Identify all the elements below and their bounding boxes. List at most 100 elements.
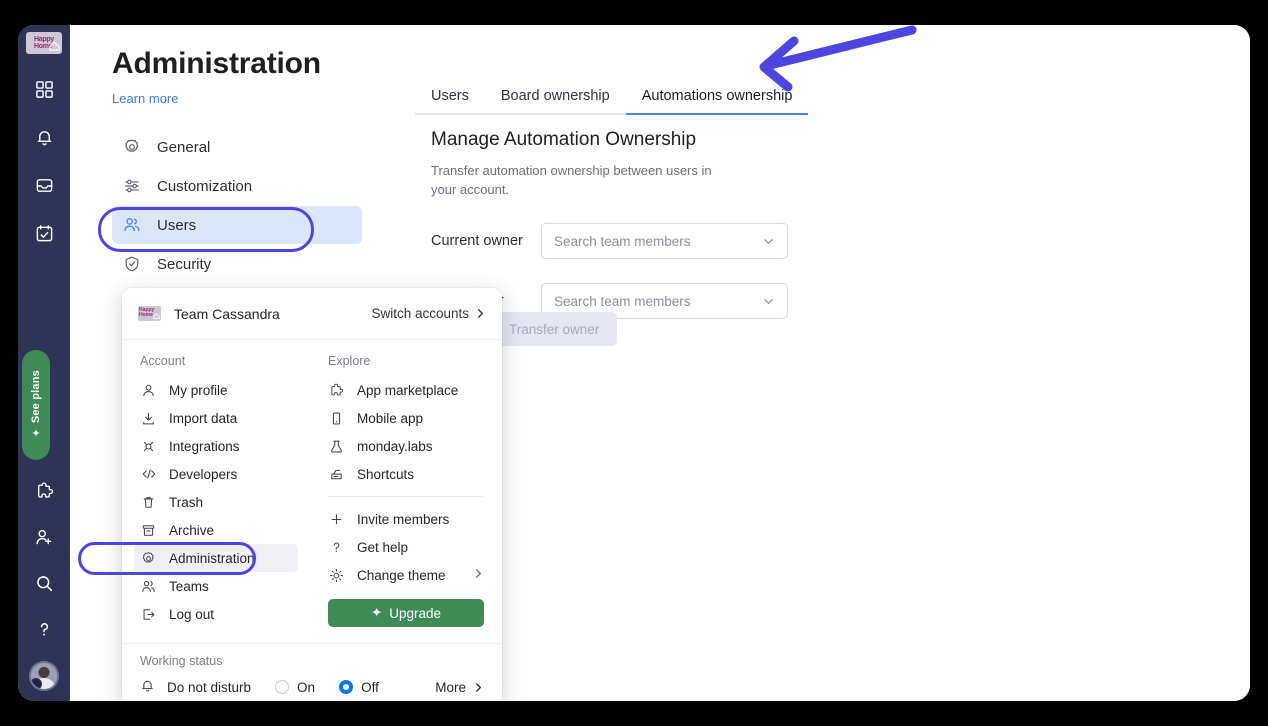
do-not-disturb-group: Do not disturb [140,678,251,696]
avatar-head [38,667,50,678]
menu-item-label: Trash [169,494,204,510]
menu-item-administration[interactable]: Administration [134,544,298,572]
sun-icon [328,567,345,584]
radio-on[interactable]: On [275,680,315,695]
working-status-section: Working status Do not disturb On Off Mor… [122,643,502,701]
avatar-status-badge [31,678,42,689]
menu-item-label: monday.labs [357,438,433,454]
menu-item-teams[interactable]: Teams [134,572,298,600]
teams-icon [140,578,157,595]
see-plans-button[interactable]: See plans ✦ [22,350,50,460]
menu-item-label: Mobile app [357,410,424,426]
chevron-down-icon [764,298,773,304]
more-button[interactable]: More [435,680,484,695]
bell-icon[interactable] [31,124,57,150]
integrations-icon [140,438,157,455]
account-section-label: Account [140,354,186,368]
flask-icon [328,438,345,455]
menu-item-label: Get help [357,539,409,555]
users-icon [122,215,142,235]
tab-board-ownership[interactable]: Board ownership [484,88,626,115]
team-name: Team Cassandra [174,305,280,322]
upgrade-button[interactable]: ✦ Upgrade [328,599,484,627]
search-icon[interactable] [30,569,58,597]
shortcuts-icon [328,466,345,483]
bell-icon [140,678,155,696]
sidebar-item-users[interactable]: Users [112,206,362,244]
menu-item-app-marketplace[interactable]: App marketplace [322,376,490,404]
plus-icon [328,511,345,528]
learn-more-link[interactable]: Learn more [112,91,362,106]
chevron-right-icon [473,568,484,582]
menu-item-label: App marketplace [357,382,459,398]
new-owner-placeholder: Search team members [554,293,691,309]
switch-accounts-button[interactable]: Switch accounts [371,306,486,321]
sparkle-icon: ✦ [370,605,383,620]
menu-item-my-profile[interactable]: My profile [134,376,298,404]
mobile-icon [328,410,345,427]
help-icon[interactable] [30,615,58,643]
menu-item-label: Shortcuts [357,466,415,482]
current-owner-row: Current owner Search team members [431,223,851,259]
working-status-label: Working status [140,654,223,668]
current-owner-select[interactable]: Search team members [541,223,788,259]
tab-automations-ownership[interactable]: Automations ownership [625,88,809,115]
left-navigation-rail: Happy Home See plans ✦ [18,25,70,701]
menu-item-label: My profile [169,382,228,398]
admin-sidebar: Administration Learn more General Custom… [112,47,362,283]
admin-nav-list: General Customization Users Security [112,128,362,283]
current-owner-label: Current owner [431,233,523,249]
inbox-icon[interactable] [31,172,57,198]
sparkle-icon: ✦ [31,428,41,441]
logout-icon [140,606,157,623]
tab-bar: Users Board ownership Automations owners… [415,83,809,115]
invite-member-icon[interactable] [30,523,58,551]
menu-item-label: Developers [169,466,238,482]
puzzle-icon[interactable] [30,477,58,505]
menu-item-invite-members[interactable]: Invite members [322,505,490,533]
see-plans-label: See plans [30,369,42,424]
download-icon [140,410,157,427]
home-grid-icon[interactable] [31,76,57,102]
radio-off[interactable]: Off [339,680,379,695]
menu-item-log-out[interactable]: Log out [134,600,298,628]
menu-item-trash[interactable]: Trash [134,488,298,516]
explore-section-label: Explore [328,354,371,368]
chevron-down-icon [764,238,773,244]
menu-item-developers[interactable]: Developers [134,460,298,488]
user-avatar[interactable] [29,661,59,691]
menu-item-shortcuts[interactable]: Shortcuts [322,460,490,488]
transfer-owner-button[interactable]: Transfer owner [491,312,618,346]
menu-item-label: Log out [169,606,215,622]
menu-item-label: Administration [169,550,255,566]
menu-item-label: Integrations [169,438,240,454]
archive-icon [140,522,157,539]
sidebar-item-general[interactable]: General [112,128,362,166]
happy-home-logo[interactable]: Happy Home [26,32,62,54]
menu-item-label: Import data [169,410,238,426]
my-work-icon[interactable] [31,220,57,246]
radio-on-label: On [297,679,316,695]
team-info[interactable]: Happy Home Team Cassandra [138,306,280,322]
menu-item-mobile-app[interactable]: Mobile app [322,404,490,432]
more-label: More [435,679,466,695]
menu-item-monday-labs[interactable]: monday.labs [322,432,490,460]
sidebar-item-security[interactable]: Security [112,245,362,283]
page-title: Administration [112,47,321,80]
radio-circle-on [275,680,290,694]
menu-item-import-data[interactable]: Import data [134,404,298,432]
sidebar-item-label: Users [157,216,197,234]
tab-users[interactable]: Users [415,88,485,115]
rail-bottom-group [18,477,70,693]
menu-item-integrations[interactable]: Integrations [134,432,298,460]
menu-item-label: Change theme [357,567,446,583]
team-logo: Happy Home [138,306,161,321]
code-icon [140,466,157,483]
rail-top-group: Happy Home [26,25,62,246]
menu-item-archive[interactable]: Archive [134,516,298,544]
menu-item-change-theme[interactable]: Change theme [322,561,490,589]
menu-item-get-help[interactable]: Get help [322,533,490,561]
dropdown-columns: Account My profile Import data Integrati… [122,340,502,628]
sidebar-item-customization[interactable]: Customization [112,167,362,205]
menu-item-label: Teams [169,578,209,594]
